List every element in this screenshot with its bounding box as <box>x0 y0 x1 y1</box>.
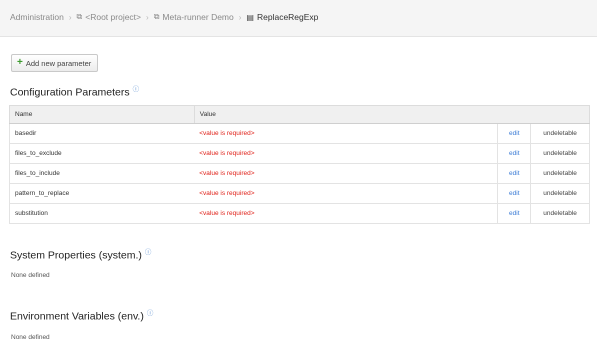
param-value: <value is required> <box>194 203 498 224</box>
table-row: files_to_exclude <value is required> edi… <box>9 143 590 164</box>
add-new-parameter-button[interactable]: + Add new parameter <box>11 54 99 72</box>
environment-variables-title: Environment Variables (env.) ⓘ <box>10 307 153 323</box>
meta-runner-icon: ▤ <box>246 12 254 22</box>
param-status: undeletable <box>530 163 590 184</box>
plus-icon: + <box>17 57 23 68</box>
help-icon[interactable]: ⓘ <box>147 307 154 317</box>
chevron-right-icon: › <box>238 12 242 22</box>
param-name: substitution <box>9 203 195 224</box>
param-status: undeletable <box>530 183 590 204</box>
edit-link[interactable]: edit <box>497 123 531 144</box>
environment-variables-heading: Environment Variables (env.) <box>10 310 144 323</box>
page-header: Administration › ⧉ <Root project> › ⧉ Me… <box>0 0 597 37</box>
help-icon[interactable]: ⓘ <box>145 246 152 256</box>
column-header-value: Value <box>193 105 591 124</box>
param-value: <value is required> <box>194 163 498 184</box>
table-row: pattern_to_replace <value is required> e… <box>9 183 590 204</box>
table-header-row: Name Value <box>9 105 591 124</box>
system-properties-heading: System Properties (system.) <box>10 249 142 262</box>
edit-link[interactable]: edit <box>497 143 531 164</box>
table-row: basedir <value is required> edit undelet… <box>9 123 590 144</box>
param-status: undeletable <box>530 143 590 164</box>
breadcrumb-meta-runner-demo[interactable]: Meta-runner Demo <box>162 12 233 22</box>
chevron-right-icon: › <box>146 12 149 22</box>
edit-link[interactable]: edit <box>497 183 531 204</box>
configuration-parameters-title: Configuration Parameters ⓘ <box>10 83 139 99</box>
param-value: <value is required> <box>194 183 498 204</box>
configuration-parameters-table: Name Value basedir <value is required> e… <box>9 105 591 224</box>
param-name: basedir <box>9 123 195 144</box>
column-header-name: Name <box>9 105 195 124</box>
param-value: <value is required> <box>194 143 498 164</box>
system-properties-title: System Properties (system.) ⓘ <box>10 246 151 262</box>
param-value: <value is required> <box>194 123 498 144</box>
param-status: undeletable <box>530 123 590 144</box>
param-name: files_to_include <box>9 163 195 184</box>
breadcrumb-administration[interactable]: Administration <box>10 12 64 22</box>
system-properties-empty: None defined <box>11 272 50 279</box>
edit-link[interactable]: edit <box>497 163 531 184</box>
table-row: substitution <value is required> edit un… <box>9 203 590 224</box>
table-row: files_to_include <value is required> edi… <box>9 163 590 184</box>
breadcrumb: Administration › ⧉ <Root project> › ⧉ Me… <box>10 12 318 22</box>
configuration-parameters-heading: Configuration Parameters <box>10 86 130 99</box>
chevron-right-icon: › <box>68 12 72 22</box>
param-name: pattern_to_replace <box>9 183 195 204</box>
project-icon: ⧉ <box>76 12 83 21</box>
breadcrumb-root-project[interactable]: <Root project> <box>85 12 141 22</box>
breadcrumb-current: ReplaceRegExp <box>256 12 319 22</box>
add-new-parameter-label: Add new parameter <box>25 58 92 68</box>
project-icon: ⧉ <box>153 12 160 21</box>
help-icon[interactable]: ⓘ <box>133 83 140 93</box>
environment-variables-empty: None defined <box>11 334 50 341</box>
param-status: undeletable <box>530 203 590 224</box>
param-name: files_to_exclude <box>9 143 195 164</box>
edit-link[interactable]: edit <box>497 203 531 224</box>
